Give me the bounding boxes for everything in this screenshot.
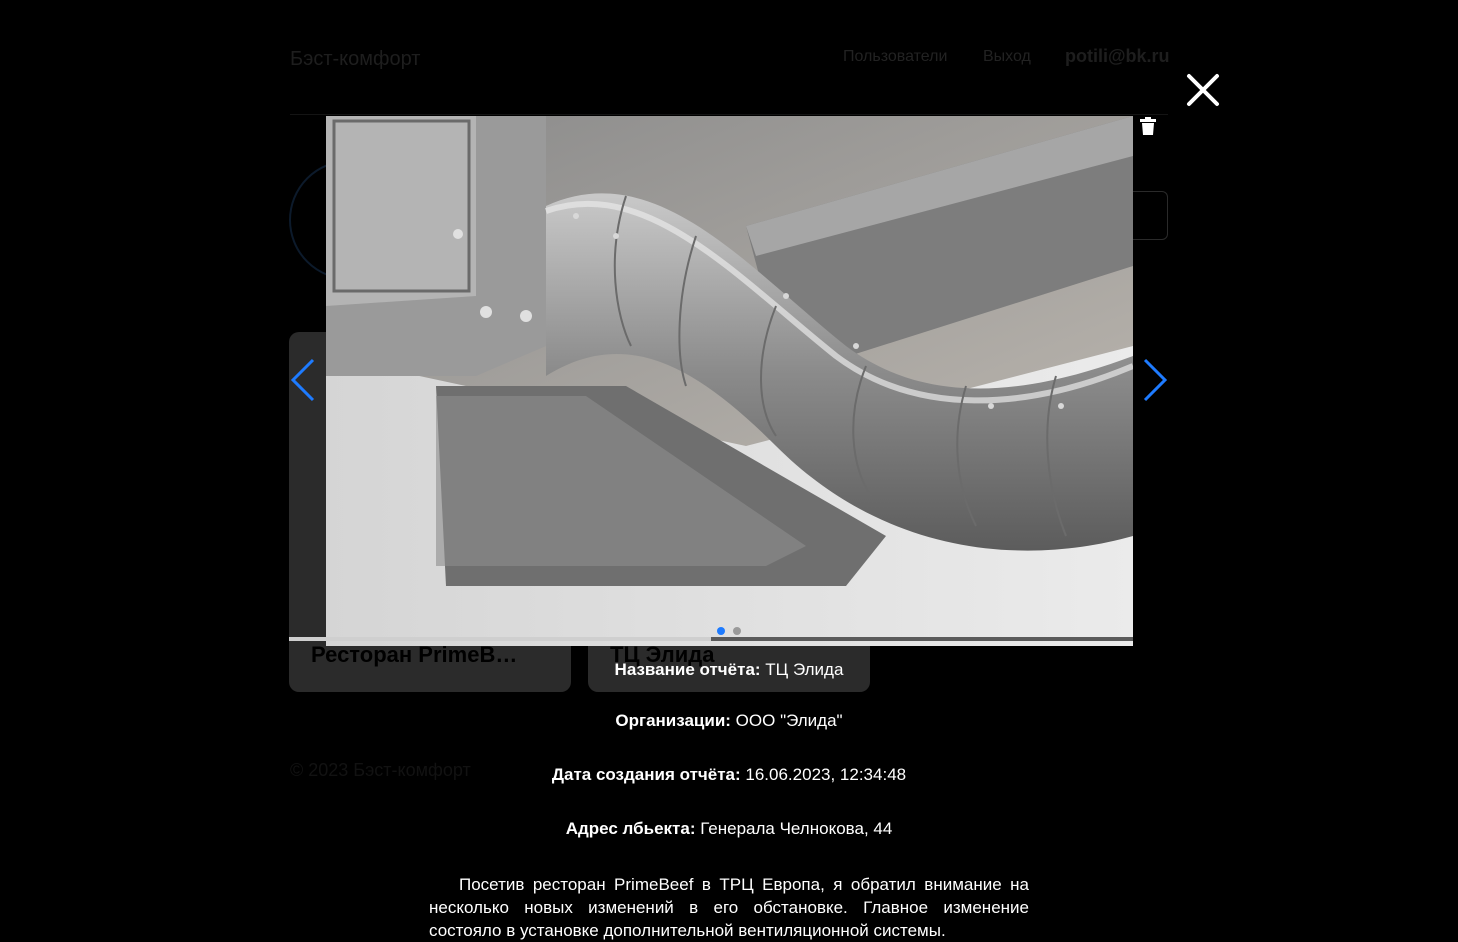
- report-address-label: Адрес лбьекта:: [565, 819, 696, 838]
- trash-icon: [1140, 117, 1156, 135]
- brand-logo[interactable]: Бэст-комфорт: [290, 48, 420, 71]
- slide-progress-fill: [289, 637, 711, 641]
- nav-users-link[interactable]: Пользователи: [843, 48, 947, 66]
- chevron-left-icon: [290, 358, 315, 402]
- pagination-dot[interactable]: [733, 627, 741, 635]
- close-button[interactable]: [1184, 71, 1222, 109]
- slide-pagination: [717, 627, 741, 635]
- chevron-right-icon: [1143, 358, 1168, 402]
- report-date-row: Дата создания отчёта: 16.06.2023, 12:34:…: [0, 765, 1458, 785]
- report-org-row: Организации: ООО "Элида": [0, 711, 1458, 731]
- report-name-value: ТЦ Элида: [760, 660, 844, 679]
- report-name-label: Название отчёта:: [614, 660, 761, 679]
- close-icon: [1187, 74, 1219, 106]
- slide-progress-bar: [289, 637, 1133, 641]
- slide-image: [326, 116, 1133, 646]
- nav-exit-link[interactable]: Выход: [983, 48, 1031, 66]
- report-name-row: Название отчёта: ТЦ Элида: [0, 660, 1458, 680]
- report-date-label: Дата создания отчёта:: [551, 765, 741, 784]
- report-address-row: Адрес лбьекта: Генерала Челнокова, 44: [0, 819, 1458, 839]
- delete-button[interactable]: [1138, 116, 1158, 136]
- user-email[interactable]: potili@bk.ru: [1065, 46, 1170, 67]
- report-description: Посетив ресторан PrimeBeef в ТРЦ Европа,…: [429, 875, 1029, 940]
- report-date-value: 16.06.2023, 12:34:48: [740, 765, 907, 784]
- report-org-label: Организации:: [615, 711, 731, 730]
- pagination-dot[interactable]: [717, 627, 725, 635]
- next-slide-button[interactable]: [1140, 357, 1170, 403]
- header-divider: [290, 114, 1168, 115]
- prev-slide-button[interactable]: [288, 357, 318, 403]
- report-address-value: Генерала Челнокова, 44: [695, 819, 893, 838]
- report-org-value: ООО "Элида": [730, 711, 843, 730]
